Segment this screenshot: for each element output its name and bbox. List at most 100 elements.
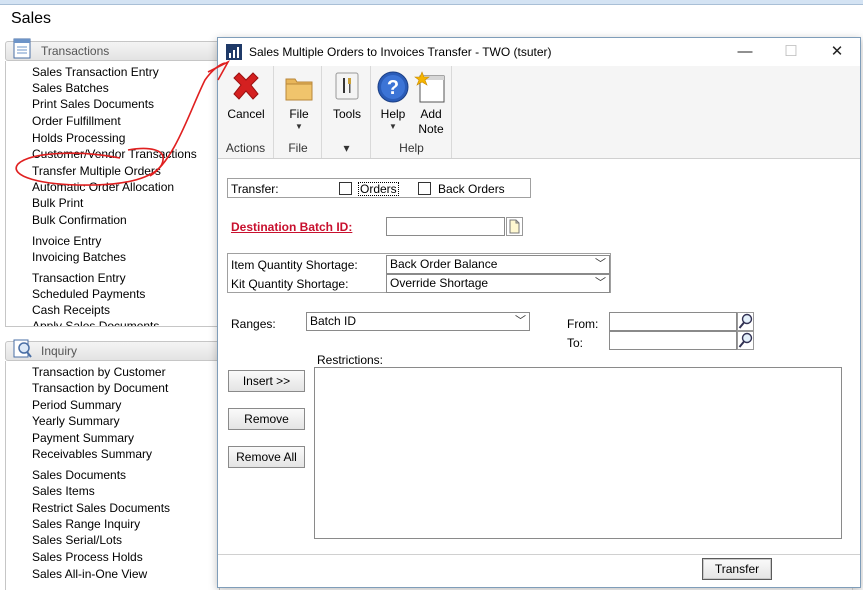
link-sales-process-holds[interactable]: Sales Process Holds	[32, 550, 143, 564]
orders-checkbox[interactable]	[339, 182, 352, 195]
link-order-fulfillment[interactable]: Order Fulfillment	[32, 114, 121, 128]
maximize-button[interactable]: ☐	[768, 38, 814, 66]
folder-icon	[285, 78, 313, 101]
file-dropdown-arrow-icon: ▼	[295, 122, 303, 131]
tools-icon	[335, 72, 359, 100]
new-batch-note-icon[interactable]	[506, 217, 523, 236]
to-field[interactable]	[609, 331, 737, 350]
destination-batch-id-label[interactable]: Destination Batch ID:	[231, 220, 352, 234]
to-lookup-icon[interactable]	[737, 331, 754, 350]
file-button[interactable]: File ▼	[279, 70, 319, 131]
actions-group-label: Actions	[225, 141, 266, 155]
chevron-down-icon: ﹀	[595, 277, 606, 289]
ribbon-group-help: ? Help ▼ Add Note Help	[372, 66, 452, 158]
transfer-label: Transfer:	[231, 182, 279, 196]
minimize-button[interactable]: —	[722, 38, 768, 66]
tools-label: Tools	[332, 107, 361, 121]
inquiry-list: Transaction by Customer Transaction by D…	[5, 361, 220, 590]
dialog-titlebar[interactable]: Sales Multiple Orders to Invoices Transf…	[218, 38, 860, 66]
transactions-section-header[interactable]: Transactions	[5, 38, 220, 61]
link-invoice-entry[interactable]: Invoice Entry	[32, 234, 101, 248]
add-note-icon	[414, 71, 445, 103]
link-bulk-confirmation[interactable]: Bulk Confirmation	[32, 213, 127, 227]
tools-more-arrow-icon[interactable]: ▾	[323, 141, 370, 155]
help-icon: ?	[377, 71, 409, 103]
help-group-label: Help	[399, 141, 424, 155]
top-strip	[0, 0, 863, 5]
link-holds-processing[interactable]: Holds Processing	[32, 131, 125, 145]
kit-quantity-shortage-value: Override Shortage	[390, 276, 489, 290]
link-period-summary[interactable]: Period Summary	[32, 398, 121, 412]
kit-quantity-shortage-select[interactable]: Override Shortage ﹀	[386, 274, 610, 293]
cancel-button[interactable]: Cancel	[224, 70, 268, 122]
link-sales-transaction-entry[interactable]: Sales Transaction Entry	[32, 65, 159, 79]
cancel-x-icon	[233, 72, 259, 100]
link-transaction-by-customer[interactable]: Transaction by Customer	[32, 365, 166, 379]
dialog-title: Sales Multiple Orders to Invoices Transf…	[249, 45, 552, 59]
ranges-label: Ranges:	[231, 317, 276, 331]
transfer-button[interactable]: Transfer	[702, 558, 772, 580]
inquiry-section-header[interactable]: Inquiry	[5, 339, 220, 361]
add-note-label-line1: Add	[420, 107, 442, 121]
help-label: Help	[380, 107, 406, 121]
add-note-label-line2: Note	[418, 122, 444, 136]
item-quantity-shortage-select[interactable]: Back Order Balance ﹀	[386, 255, 610, 274]
destination-batch-id-field[interactable]	[386, 217, 505, 236]
help-dropdown-arrow-icon: ▼	[389, 122, 397, 131]
link-print-sales-documents[interactable]: Print Sales Documents	[32, 97, 154, 111]
link-automatic-order-allocation[interactable]: Automatic Order Allocation	[32, 180, 174, 194]
transactions-header-label: Transactions	[41, 44, 110, 58]
back-orders-checkbox[interactable]	[418, 182, 431, 195]
item-quantity-shortage-label: Item Quantity Shortage:	[231, 258, 358, 272]
dynamics-app-icon	[226, 44, 242, 60]
link-apply-sales-documents[interactable]: Apply Sales Documents	[32, 319, 159, 326]
restrictions-label: Restrictions:	[317, 353, 384, 367]
link-restrict-sales-documents[interactable]: Restrict Sales Documents	[32, 501, 170, 515]
link-sales-documents[interactable]: Sales Documents	[32, 468, 126, 482]
ranges-value: Batch ID	[310, 314, 357, 328]
link-yearly-summary[interactable]: Yearly Summary	[32, 414, 120, 428]
remove-button[interactable]: Remove	[228, 408, 305, 430]
link-bulk-print[interactable]: Bulk Print	[32, 196, 83, 210]
to-label: To:	[567, 336, 584, 350]
item-quantity-shortage-value: Back Order Balance	[390, 257, 498, 271]
add-note-button[interactable]: Add Note	[412, 70, 450, 137]
link-sales-items[interactable]: Sales Items	[32, 484, 95, 498]
orders-checkbox-label[interactable]: Orders	[358, 182, 399, 196]
restrictions-list[interactable]	[314, 367, 842, 539]
cancel-label: Cancel	[227, 107, 265, 121]
link-invoicing-batches[interactable]: Invoicing Batches	[32, 250, 126, 264]
ribbon-group-file: File ▼ File	[275, 66, 322, 158]
link-sales-range-inquiry[interactable]: Sales Range Inquiry	[32, 517, 140, 531]
ribbon: Cancel Actions File ▼ File Tools ▾ ? Hel…	[218, 66, 860, 159]
transactions-icon	[13, 38, 31, 59]
add-note-label: Add Note	[412, 107, 450, 137]
link-payment-summary[interactable]: Payment Summary	[32, 431, 134, 445]
link-transaction-entry[interactable]: Transaction Entry	[32, 271, 126, 285]
from-field[interactable]	[609, 312, 737, 331]
inquiry-header-label: Inquiry	[41, 344, 78, 358]
chevron-down-icon: ﹀	[595, 258, 606, 270]
link-cash-receipts[interactable]: Cash Receipts	[32, 303, 110, 317]
tools-button[interactable]: Tools	[327, 70, 367, 122]
remove-all-button[interactable]: Remove All	[228, 446, 305, 468]
link-sales-serial-lots[interactable]: Sales Serial/Lots	[32, 533, 122, 547]
insert-button[interactable]: Insert >>	[228, 370, 305, 392]
from-lookup-icon[interactable]	[737, 312, 754, 331]
close-button[interactable]: ✕	[814, 38, 860, 66]
link-sales-all-in-one-view[interactable]: Sales All-in-One View	[32, 567, 147, 581]
ranges-select[interactable]: Batch ID ﹀	[306, 312, 530, 331]
link-scheduled-payments[interactable]: Scheduled Payments	[32, 287, 145, 301]
svg-text:?: ?	[387, 77, 399, 99]
file-label: File	[289, 107, 309, 121]
help-button[interactable]: ? Help ▼	[375, 70, 411, 131]
ribbon-group-tools: Tools ▾	[323, 66, 371, 158]
link-receivables-summary[interactable]: Receivables Summary	[32, 447, 152, 461]
link-transfer-multiple-orders[interactable]: Transfer Multiple Orders	[32, 164, 161, 178]
link-transaction-by-document[interactable]: Transaction by Document	[32, 381, 168, 395]
back-orders-checkbox-label[interactable]: Back Orders	[438, 182, 505, 196]
page-title: Sales	[11, 10, 52, 27]
link-customer-vendor-transactions[interactable]: Customer/Vendor Transactions	[32, 147, 197, 161]
footer-divider	[218, 554, 860, 555]
link-sales-batches[interactable]: Sales Batches	[32, 81, 109, 95]
